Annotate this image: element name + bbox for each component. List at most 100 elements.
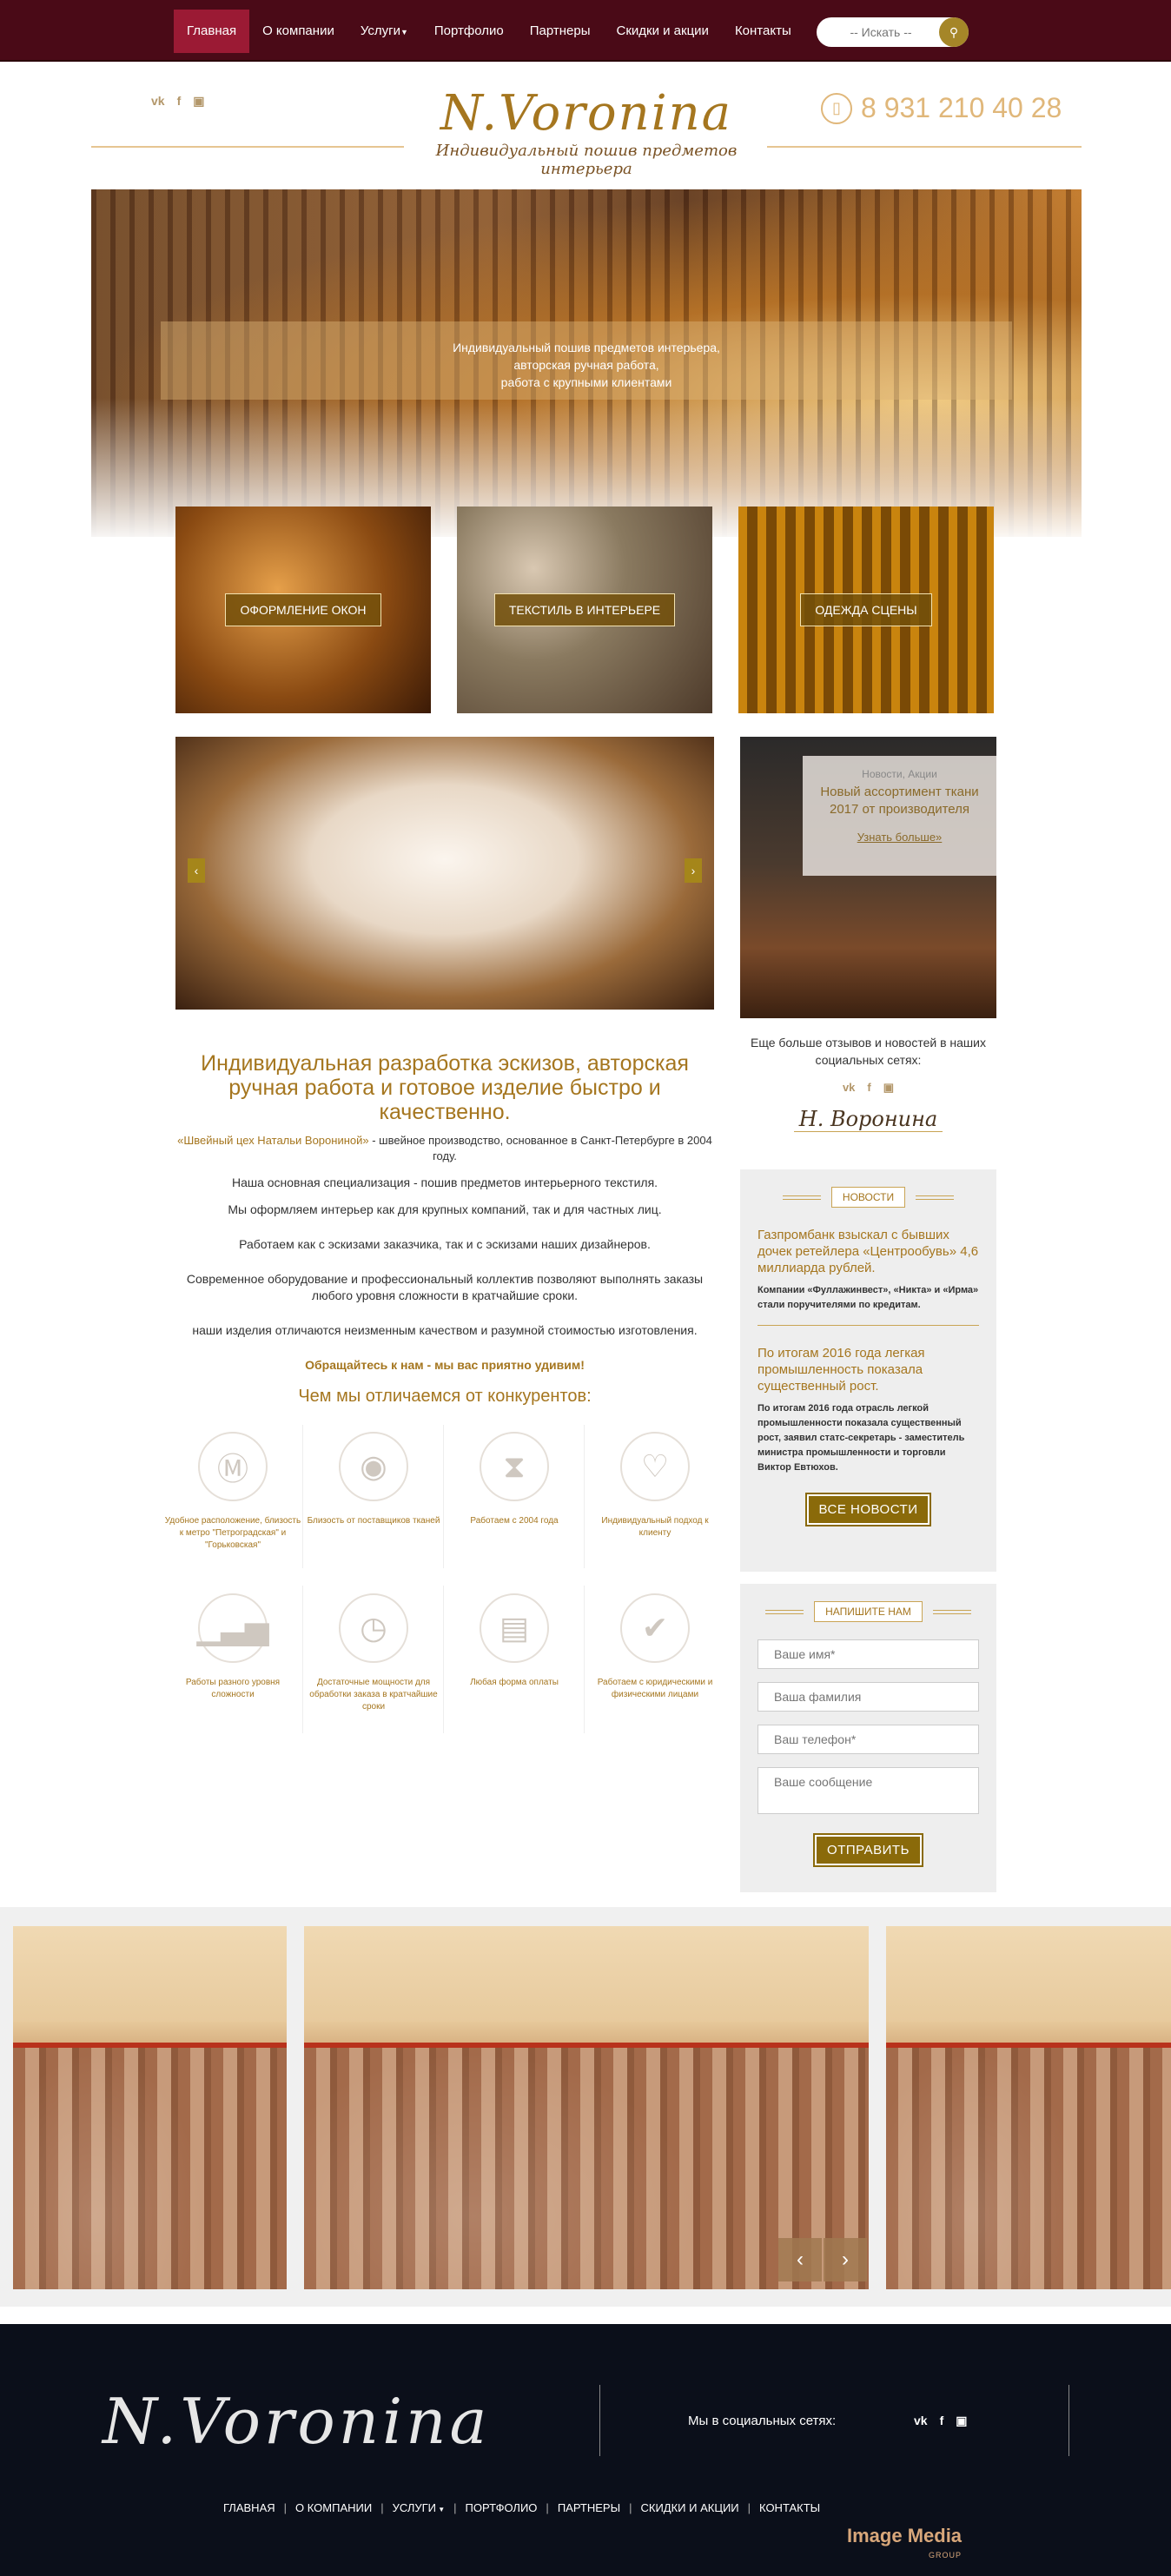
submit-wrap: ОТПРАВИТЬ (740, 1833, 996, 1867)
gallery-prev-button[interactable]: ‹ (778, 2238, 822, 2281)
contact-form (740, 1639, 996, 1814)
nav-item-services-label: Услуги (360, 23, 400, 38)
developer-brand[interactable]: Image Media GROUP (847, 2526, 962, 2565)
news-box-header: НОВОСТИ (740, 1187, 996, 1208)
footer-nav-discounts[interactable]: СКИДКИ И АКЦИИ (632, 2501, 747, 2514)
slider-prev-button[interactable]: ‹ (188, 858, 205, 883)
caret-down-icon: ▼ (400, 28, 408, 36)
tile-stage-wear[interactable]: ОДЕЖДА СЦЕНЫ (738, 507, 994, 713)
news-item-body: Компании «Фуллажинвест», «Никта» и «Ирма… (758, 1285, 979, 1310)
footer-divider (599, 2385, 600, 2456)
nav-item-home[interactable]: Главная (174, 10, 250, 53)
gallery-next-button[interactable]: › (824, 2238, 867, 2281)
header-right-rule (767, 146, 1082, 148)
news-item[interactable]: По итогам 2016 года легкая промышленност… (740, 1345, 996, 1475)
wallet-icon: ▤ (480, 1593, 549, 1663)
instagram-icon[interactable]: ▣ (883, 1081, 894, 1095)
feature-divider (443, 1586, 444, 1733)
nav-item-partners[interactable]: Партнеры (517, 10, 604, 53)
feature-text: Удобное расположение, близость к метро "… (164, 1516, 301, 1550)
news-item[interactable]: Газпромбанк взыскал с бывших дочек ретей… (740, 1227, 996, 1313)
footer-menu: ГЛАВНАЯ | О КОМПАНИИ | УСЛУГИ ▼ | ПОРТФО… (215, 2501, 829, 2514)
message-field[interactable] (758, 1767, 979, 1814)
featured-news-card[interactable]: Новости, Акции Новый ассортимент ткани 2… (740, 737, 996, 1018)
signature: Н. Воронина (793, 1107, 943, 1132)
news-title: Новый ассортимент ткани 2017 от производ… (820, 785, 979, 817)
news-box-title: НОВОСТИ (830, 1187, 906, 1208)
news-divider (758, 1325, 979, 1326)
news-item-body: По итогам 2016 года отрасль легкой промы… (758, 1403, 965, 1473)
feature-item: ◉ Близость от поставщиков тканей (304, 1432, 443, 1527)
feature-item: ♡ Индивидуальный подход к клиенту (586, 1432, 724, 1540)
footer-nav-portfolio[interactable]: ПОРТФОЛИО (457, 2501, 546, 2514)
gallery-image[interactable] (886, 1926, 1171, 2289)
nav-item-about[interactable]: О компании (249, 10, 347, 53)
gallery-image[interactable] (304, 1926, 869, 2289)
cta-text: Обращайтесь к нам - мы вас приятно удиви… (305, 1358, 585, 1372)
main-paragraph: наши изделия отличаются неизменным качес… (192, 1323, 698, 1337)
footer-nav-partners[interactable]: ПАРТНЕРЫ (549, 2501, 629, 2514)
vk-icon[interactable]: vk (843, 1081, 855, 1095)
facebook-icon[interactable]: f (940, 2414, 944, 2428)
search-button[interactable]: ⚲ (939, 17, 969, 47)
footer-nav-home[interactable]: ГЛАВНАЯ (215, 2501, 284, 2514)
feature-item: ▁▃▅ Работы разного уровня сложности (163, 1593, 302, 1701)
submit-button[interactable]: ОТПРАВИТЬ (813, 1833, 923, 1867)
nav-item-discounts[interactable]: Скидки и акции (604, 10, 722, 53)
main-menu: Главная О компании Услуги▼ Портфолио Пар… (174, 10, 804, 53)
name-field[interactable] (758, 1639, 979, 1669)
tile-label: ОФОРМЛЕНИЕ ОКОН (225, 593, 381, 626)
feature-divider (584, 1586, 585, 1733)
phone-field[interactable] (758, 1725, 979, 1754)
hero-caption-line: работа с крупными клиентами (500, 375, 672, 389)
footer-nav-contacts[interactable]: КОНТАКТЫ (751, 2501, 829, 2514)
heart-icon: ♡ (620, 1432, 690, 1501)
chevron-left-icon: ‹ (797, 2248, 804, 2271)
news-item-title: Газпромбанк взыскал с бывших дочек ретей… (758, 1228, 979, 1275)
surname-field[interactable] (758, 1682, 979, 1712)
search-input[interactable] (829, 17, 933, 47)
news-item-title: По итогам 2016 года легкая промышленност… (758, 1346, 925, 1394)
gallery-image[interactable] (13, 1926, 287, 2289)
feature-text: Индивидуальный подход к клиенту (601, 1516, 709, 1538)
facebook-icon[interactable]: f (867, 1081, 870, 1095)
feature-divider (584, 1425, 585, 1568)
instagram-icon[interactable]: ▣ (956, 2414, 967, 2428)
tile-interior-textile[interactable]: ТЕКСТИЛЬ В ИНТЕРЬЕРЕ (457, 507, 712, 713)
news-read-more-link[interactable]: Узнать больше» (857, 831, 943, 844)
site-logo[interactable]: N.Voronina Индивидуальный пошив предмето… (417, 85, 756, 178)
search-box: ⚲ (817, 17, 969, 47)
vk-icon[interactable]: vk (151, 94, 165, 109)
feature-item: ◷ Достаточные мощности для обработки зак… (304, 1593, 443, 1713)
company-link[interactable]: «Швейный цех Натальи Ворониной» (177, 1134, 368, 1147)
footer-nav-services[interactable]: УСЛУГИ ▼ (384, 2501, 454, 2514)
form-box-header: НАПИШИТЕ НАМ (740, 1601, 996, 1622)
nav-item-contacts[interactable]: Контакты (722, 10, 804, 53)
news-sidebar-box: НОВОСТИ Газпромбанк взыскал с бывших доч… (740, 1169, 996, 1572)
chevron-right-icon: › (842, 2248, 849, 2271)
header-ornament (916, 1195, 955, 1200)
all-news-button[interactable]: ВСЕ НОВОСТИ (804, 1493, 932, 1526)
feature-divider (302, 1425, 303, 1568)
vk-icon[interactable]: vk (914, 2414, 928, 2428)
nav-item-portfolio[interactable]: Портфолио (421, 10, 517, 53)
main-intro-text: - швейное производство, основанное в Сан… (368, 1134, 712, 1162)
footer-nav-services-label: УСЛУГИ (392, 2501, 436, 2514)
compare-heading: Чем мы отличаемся от конкурентов: (298, 1387, 592, 1406)
header-phone[interactable]: ▯ 8 931 210 40 28 (821, 92, 1062, 124)
feature-item: ✔ Работаем с юридическими и физическими … (586, 1593, 724, 1701)
facebook-icon[interactable]: f (177, 94, 182, 109)
tile-window-design[interactable]: ОФОРМЛЕНИЕ ОКОН (175, 507, 431, 713)
slider-next-button[interactable]: › (685, 858, 702, 883)
instagram-icon[interactable]: ▣ (193, 94, 204, 109)
all-news-wrap: ВСЕ НОВОСТИ (740, 1493, 996, 1526)
nav-item-services[interactable]: Услуги▼ (347, 10, 421, 53)
feature-divider (302, 1586, 303, 1733)
feature-item: Ⓜ Удобное расположение, близость к метро… (163, 1432, 302, 1552)
footer-social-icons: vk f ▣ (914, 2414, 967, 2428)
main-paragraph: Работаем как с эскизами заказчика, так и… (239, 1237, 651, 1251)
feature-text: Близость от поставщиков тканей (307, 1516, 440, 1526)
footer-nav-about[interactable]: О КОМПАНИИ (287, 2501, 380, 2514)
footer-logo[interactable]: N.Voronina (103, 2385, 490, 2458)
image-slider: ‹ › (175, 737, 714, 1010)
